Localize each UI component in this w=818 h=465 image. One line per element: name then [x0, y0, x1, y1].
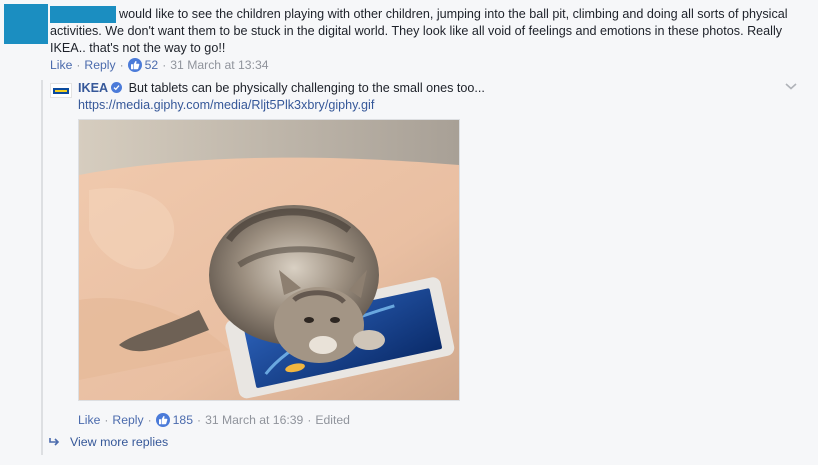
- reply-author-name[interactable]: IKEA: [78, 81, 108, 95]
- comment-like-count[interactable]: 52: [145, 58, 159, 72]
- ikea-logo-mark: [53, 87, 69, 94]
- comment-like-link[interactable]: Like: [50, 58, 72, 72]
- kitten-tablet-gif: [79, 120, 459, 400]
- separator-dot: ·: [104, 413, 109, 427]
- comment-reply-link[interactable]: Reply: [84, 58, 115, 72]
- separator-dot: ·: [162, 58, 167, 72]
- separator-dot: ·: [147, 413, 152, 427]
- verified-badge-icon: [111, 82, 123, 93]
- reply-like-count[interactable]: 185: [173, 413, 193, 427]
- separator-dot: ·: [307, 413, 312, 427]
- comment-body: would like to see the children playing w…: [50, 6, 790, 58]
- commenter-name-redacted[interactable]: [50, 6, 116, 23]
- reply-timestamp[interactable]: 31 March at 16:39: [205, 413, 303, 427]
- separator-dot: ·: [197, 413, 202, 427]
- commenter-avatar-redacted[interactable]: [4, 4, 48, 44]
- reply-like-link[interactable]: Like: [78, 413, 100, 427]
- reply-arrow-icon: [49, 438, 60, 446]
- reply-gif-image[interactable]: [78, 119, 460, 401]
- reply-thread-line: [41, 80, 43, 455]
- comment-timestamp[interactable]: 31 March at 13:34: [170, 58, 268, 72]
- reply-actions: Like · Reply · 185 · 31 March at 16:39 ·…: [78, 413, 350, 427]
- separator-dot: ·: [119, 58, 124, 72]
- reply-body: IKEA But tablets can be physically chall…: [78, 80, 768, 114]
- reply-gif-link[interactable]: https://media.giphy.com/media/Rljt5Plk3x…: [78, 98, 374, 112]
- ikea-logo[interactable]: [50, 83, 72, 98]
- chevron-down-icon[interactable]: [784, 81, 798, 91]
- thumbs-up-icon[interactable]: [127, 58, 142, 72]
- comment-text: would like to see the children playing w…: [50, 7, 788, 56]
- view-more-replies-label[interactable]: View more replies: [70, 435, 168, 449]
- separator-dot: ·: [76, 58, 81, 72]
- reply-text: But tablets can be physically challengin…: [128, 81, 485, 95]
- reply-edited-label[interactable]: Edited: [315, 413, 350, 427]
- reply-reply-link[interactable]: Reply: [112, 413, 143, 427]
- thumbs-up-icon[interactable]: [155, 413, 170, 427]
- comment-actions: Like · Reply · 52 · 31 March at 13:34: [50, 58, 269, 72]
- view-more-replies[interactable]: View more replies: [48, 435, 168, 449]
